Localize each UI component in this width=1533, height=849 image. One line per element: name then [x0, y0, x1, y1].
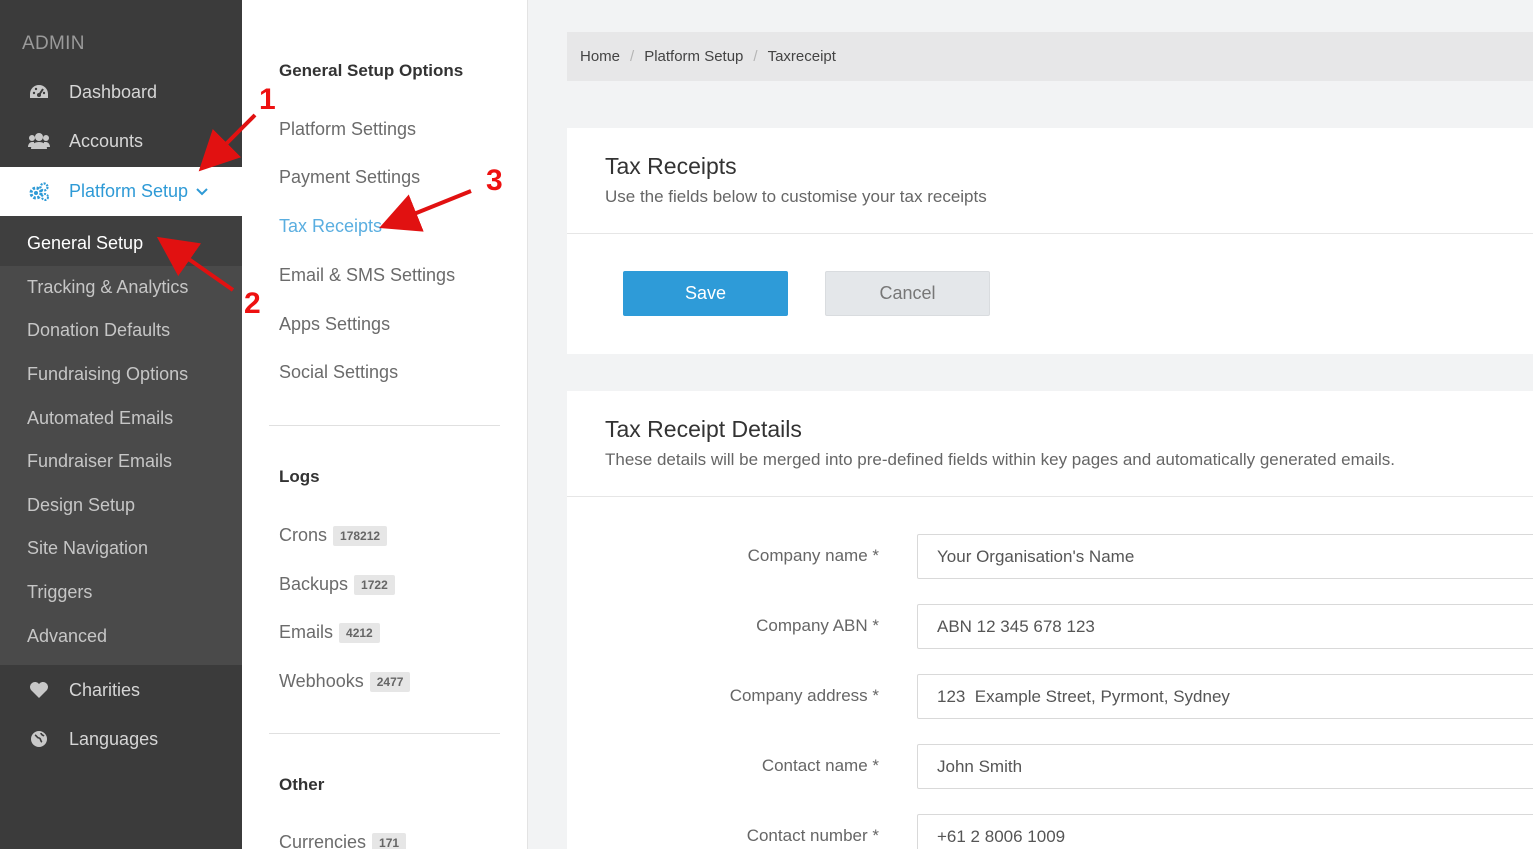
contact-name-field[interactable] [917, 744, 1533, 789]
link-backups[interactable]: Backups 1722 [279, 574, 395, 595]
card-title: Tax Receipt Details [605, 416, 802, 442]
divider [269, 733, 500, 734]
link-email-sms-settings[interactable]: Email & SMS Settings [279, 265, 455, 286]
breadcrumb-separator: / [630, 48, 635, 65]
form-row-contact-name: Contact name * [567, 744, 1533, 790]
users-icon [28, 130, 50, 152]
company-address-field[interactable] [917, 674, 1533, 719]
sidebar-item-label: Languages [69, 728, 159, 749]
company-name-field[interactable] [917, 534, 1533, 579]
link-webhooks[interactable]: Webhooks 2477 [279, 671, 411, 692]
chevron-down-icon [196, 187, 208, 196]
link-label: Crons [279, 525, 328, 545]
submenu-item-design-setup[interactable]: Design Setup [27, 495, 135, 516]
company-abn-field[interactable] [917, 604, 1533, 649]
sidebar-item-languages[interactable]: Languages [0, 715, 242, 763]
other-heading: Other [279, 775, 325, 794]
breadcrumb: Home / Platform Setup / Taxreceipt [567, 32, 1533, 81]
sidebar-item-platform-setup[interactable]: Platform Setup [0, 167, 242, 216]
sidebar-item-label: Platform Setup [69, 181, 189, 201]
link-payment-settings[interactable]: Payment Settings [279, 167, 420, 188]
cancel-button[interactable]: Cancel [825, 271, 990, 316]
gears-icon [28, 181, 50, 203]
count-badge: 1722 [354, 574, 395, 595]
submenu-item-advanced[interactable]: Advanced [27, 626, 107, 647]
card-subtitle: Use the fields below to customise your t… [605, 187, 987, 206]
link-currencies[interactable]: Currencies 171 [279, 832, 407, 849]
card-title: Tax Receipts [605, 153, 737, 179]
count-badge: 178212 [333, 525, 388, 546]
card-subtitle: These details will be merged into pre-de… [605, 450, 1395, 469]
submenu-item-automated-emails[interactable]: Automated Emails [27, 408, 173, 429]
platform-setup-submenu: General Setup Tracking & Analytics Donat… [0, 216, 242, 665]
tax-receipt-details-card: Tax Receipt Details These details will b… [567, 391, 1533, 849]
link-tax-receipts[interactable]: Tax Receipts [279, 216, 382, 237]
sidebar-item-label: Accounts [69, 130, 144, 151]
form-row-company-abn: Company ABN * [567, 604, 1533, 650]
form-row-contact-number: Contact number * [567, 814, 1533, 849]
breadcrumb-home[interactable]: Home [580, 48, 620, 65]
link-platform-settings[interactable]: Platform Settings [279, 119, 416, 140]
heart-icon [28, 679, 50, 701]
divider [269, 425, 500, 426]
tax-receipts-card: Tax Receipts Use the fields below to cus… [567, 128, 1533, 354]
contact-number-field[interactable] [917, 814, 1533, 849]
sidebar-item-accounts[interactable]: Accounts [0, 117, 242, 165]
breadcrumb-current: Taxreceipt [767, 48, 836, 65]
setup-options-heading: General Setup Options [279, 61, 464, 80]
link-label: Backups [279, 574, 349, 594]
company-name-label: Company name * [747, 546, 879, 565]
link-emails[interactable]: Emails 4212 [279, 622, 380, 643]
submenu-item-tracking-analytics[interactable]: Tracking & Analytics [27, 277, 188, 298]
submenu-item-fundraising-options[interactable]: Fundraising Options [27, 364, 188, 385]
save-button[interactable]: Save [623, 271, 788, 316]
submenu-item-general-setup[interactable]: General Setup [27, 233, 143, 254]
breadcrumb-platform-setup[interactable]: Platform Setup [644, 48, 743, 65]
submenu-item-site-navigation[interactable]: Site Navigation [27, 538, 148, 559]
company-address-label: Company address * [729, 686, 879, 705]
link-label: Webhooks [279, 671, 364, 691]
contact-number-label: Contact number * [746, 826, 879, 845]
form-row-company-name: Company name * [567, 534, 1533, 580]
link-crons[interactable]: Crons 178212 [279, 525, 388, 546]
submenu-item-triggers[interactable]: Triggers [27, 582, 92, 603]
divider [567, 496, 1533, 497]
submenu-item-donation-defaults[interactable]: Donation Defaults [27, 320, 170, 341]
count-badge: 171 [372, 832, 407, 849]
setup-options-panel: General Setup Options Platform Settings … [242, 0, 528, 849]
contact-name-label: Contact name * [761, 756, 879, 775]
form-row-company-address: Company address * [567, 674, 1533, 720]
globe-icon [28, 728, 50, 750]
admin-label: ADMIN [22, 33, 85, 54]
company-abn-label: Company ABN * [756, 616, 879, 635]
sidebar: ADMIN Dashboard Accounts Platform Setup … [0, 0, 242, 849]
dashboard-icon [28, 81, 50, 103]
sidebar-item-charities[interactable]: Charities [0, 666, 242, 714]
submenu-item-fundraiser-emails[interactable]: Fundraiser Emails [27, 451, 172, 472]
link-label: Emails [279, 622, 334, 642]
link-social-settings[interactable]: Social Settings [279, 362, 398, 383]
breadcrumb-separator: / [753, 48, 758, 65]
link-label: Currencies [279, 832, 367, 849]
link-apps-settings[interactable]: Apps Settings [279, 314, 390, 335]
count-badge: 4212 [339, 622, 380, 643]
sidebar-item-label: Dashboard [69, 81, 158, 102]
sidebar-item-label: Charities [69, 679, 141, 700]
sidebar-item-dashboard[interactable]: Dashboard [0, 68, 242, 116]
count-badge: 2477 [369, 671, 411, 692]
logs-heading: Logs [279, 467, 320, 486]
divider [567, 233, 1533, 234]
